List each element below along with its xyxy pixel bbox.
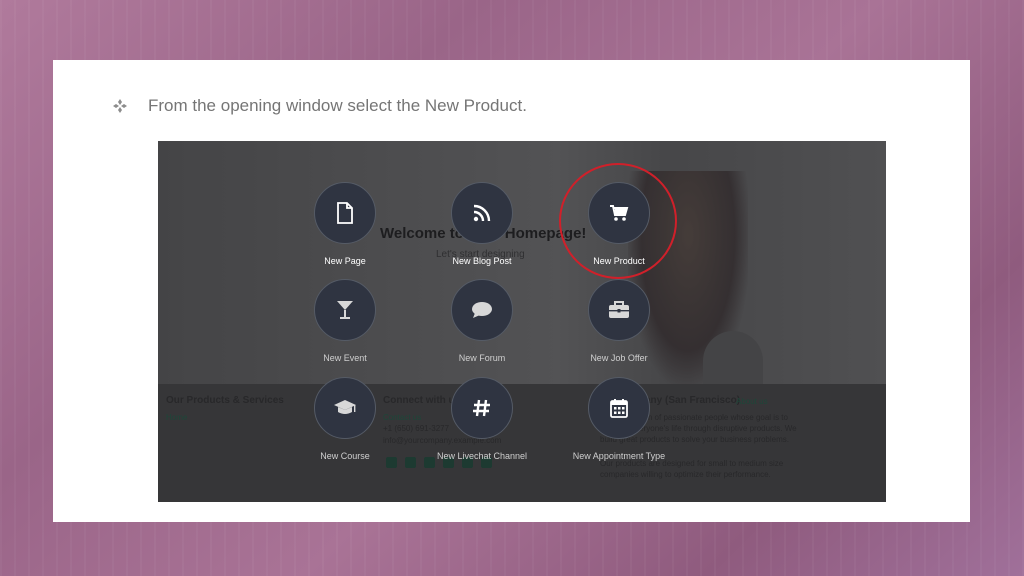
new-page-label: New Page: [324, 256, 366, 266]
new-forum-tile[interactable]: New Forum: [422, 279, 542, 363]
new-livechat-channel-button[interactable]: [451, 377, 513, 439]
new-blog-post-tile[interactable]: New Blog Post: [422, 182, 542, 266]
new-blog-post-label: New Blog Post: [452, 256, 512, 266]
new-appointment-type-button[interactable]: [588, 377, 650, 439]
new-appointment-type-tile[interactable]: New Appointment Type: [559, 377, 679, 461]
instruction-row: From the opening window select the New P…: [113, 96, 527, 116]
comment-icon: [472, 302, 492, 318]
diamond-bullet-icon: [113, 98, 129, 114]
slide-card: From the opening window select the New P…: [53, 60, 970, 522]
graduation-cap-icon: [334, 400, 356, 414]
new-page-tile[interactable]: New Page: [285, 182, 405, 266]
new-event-tile[interactable]: New Event: [285, 279, 405, 363]
instruction-text: From the opening window select the New P…: [148, 96, 527, 115]
new-livechat-channel-tile[interactable]: New Livechat Channel: [422, 377, 542, 461]
new-course-label: New Course: [320, 451, 370, 461]
new-event-button[interactable]: [314, 279, 376, 341]
new-course-tile[interactable]: New Course: [285, 377, 405, 461]
new-forum-label: New Forum: [458, 353, 506, 363]
new-page-button[interactable]: [314, 182, 376, 244]
calendar-icon: [610, 399, 628, 418]
new-job-offer-tile[interactable]: New Job Offer: [559, 279, 679, 363]
new-livechat-channel-label: New Livechat Channel: [436, 451, 528, 461]
new-course-button[interactable]: [314, 377, 376, 439]
rss-icon: [473, 204, 491, 222]
hashtag-icon: [473, 399, 490, 417]
new-job-offer-button[interactable]: [588, 279, 650, 341]
new-blog-post-button[interactable]: [451, 182, 513, 244]
briefcase-icon: [609, 301, 629, 318]
glass-icon: [337, 301, 353, 319]
odoo-new-content-screenshot: Welcome to your Homepage! Let's start de…: [158, 141, 886, 502]
new-forum-button[interactable]: [451, 279, 513, 341]
new-event-label: New Event: [323, 353, 367, 363]
new-product-highlight-circle: [559, 163, 677, 279]
new-appointment-type-label: New Appointment Type: [572, 451, 666, 461]
new-job-offer-label: New Job Offer: [590, 353, 648, 363]
file-icon: [337, 202, 353, 224]
